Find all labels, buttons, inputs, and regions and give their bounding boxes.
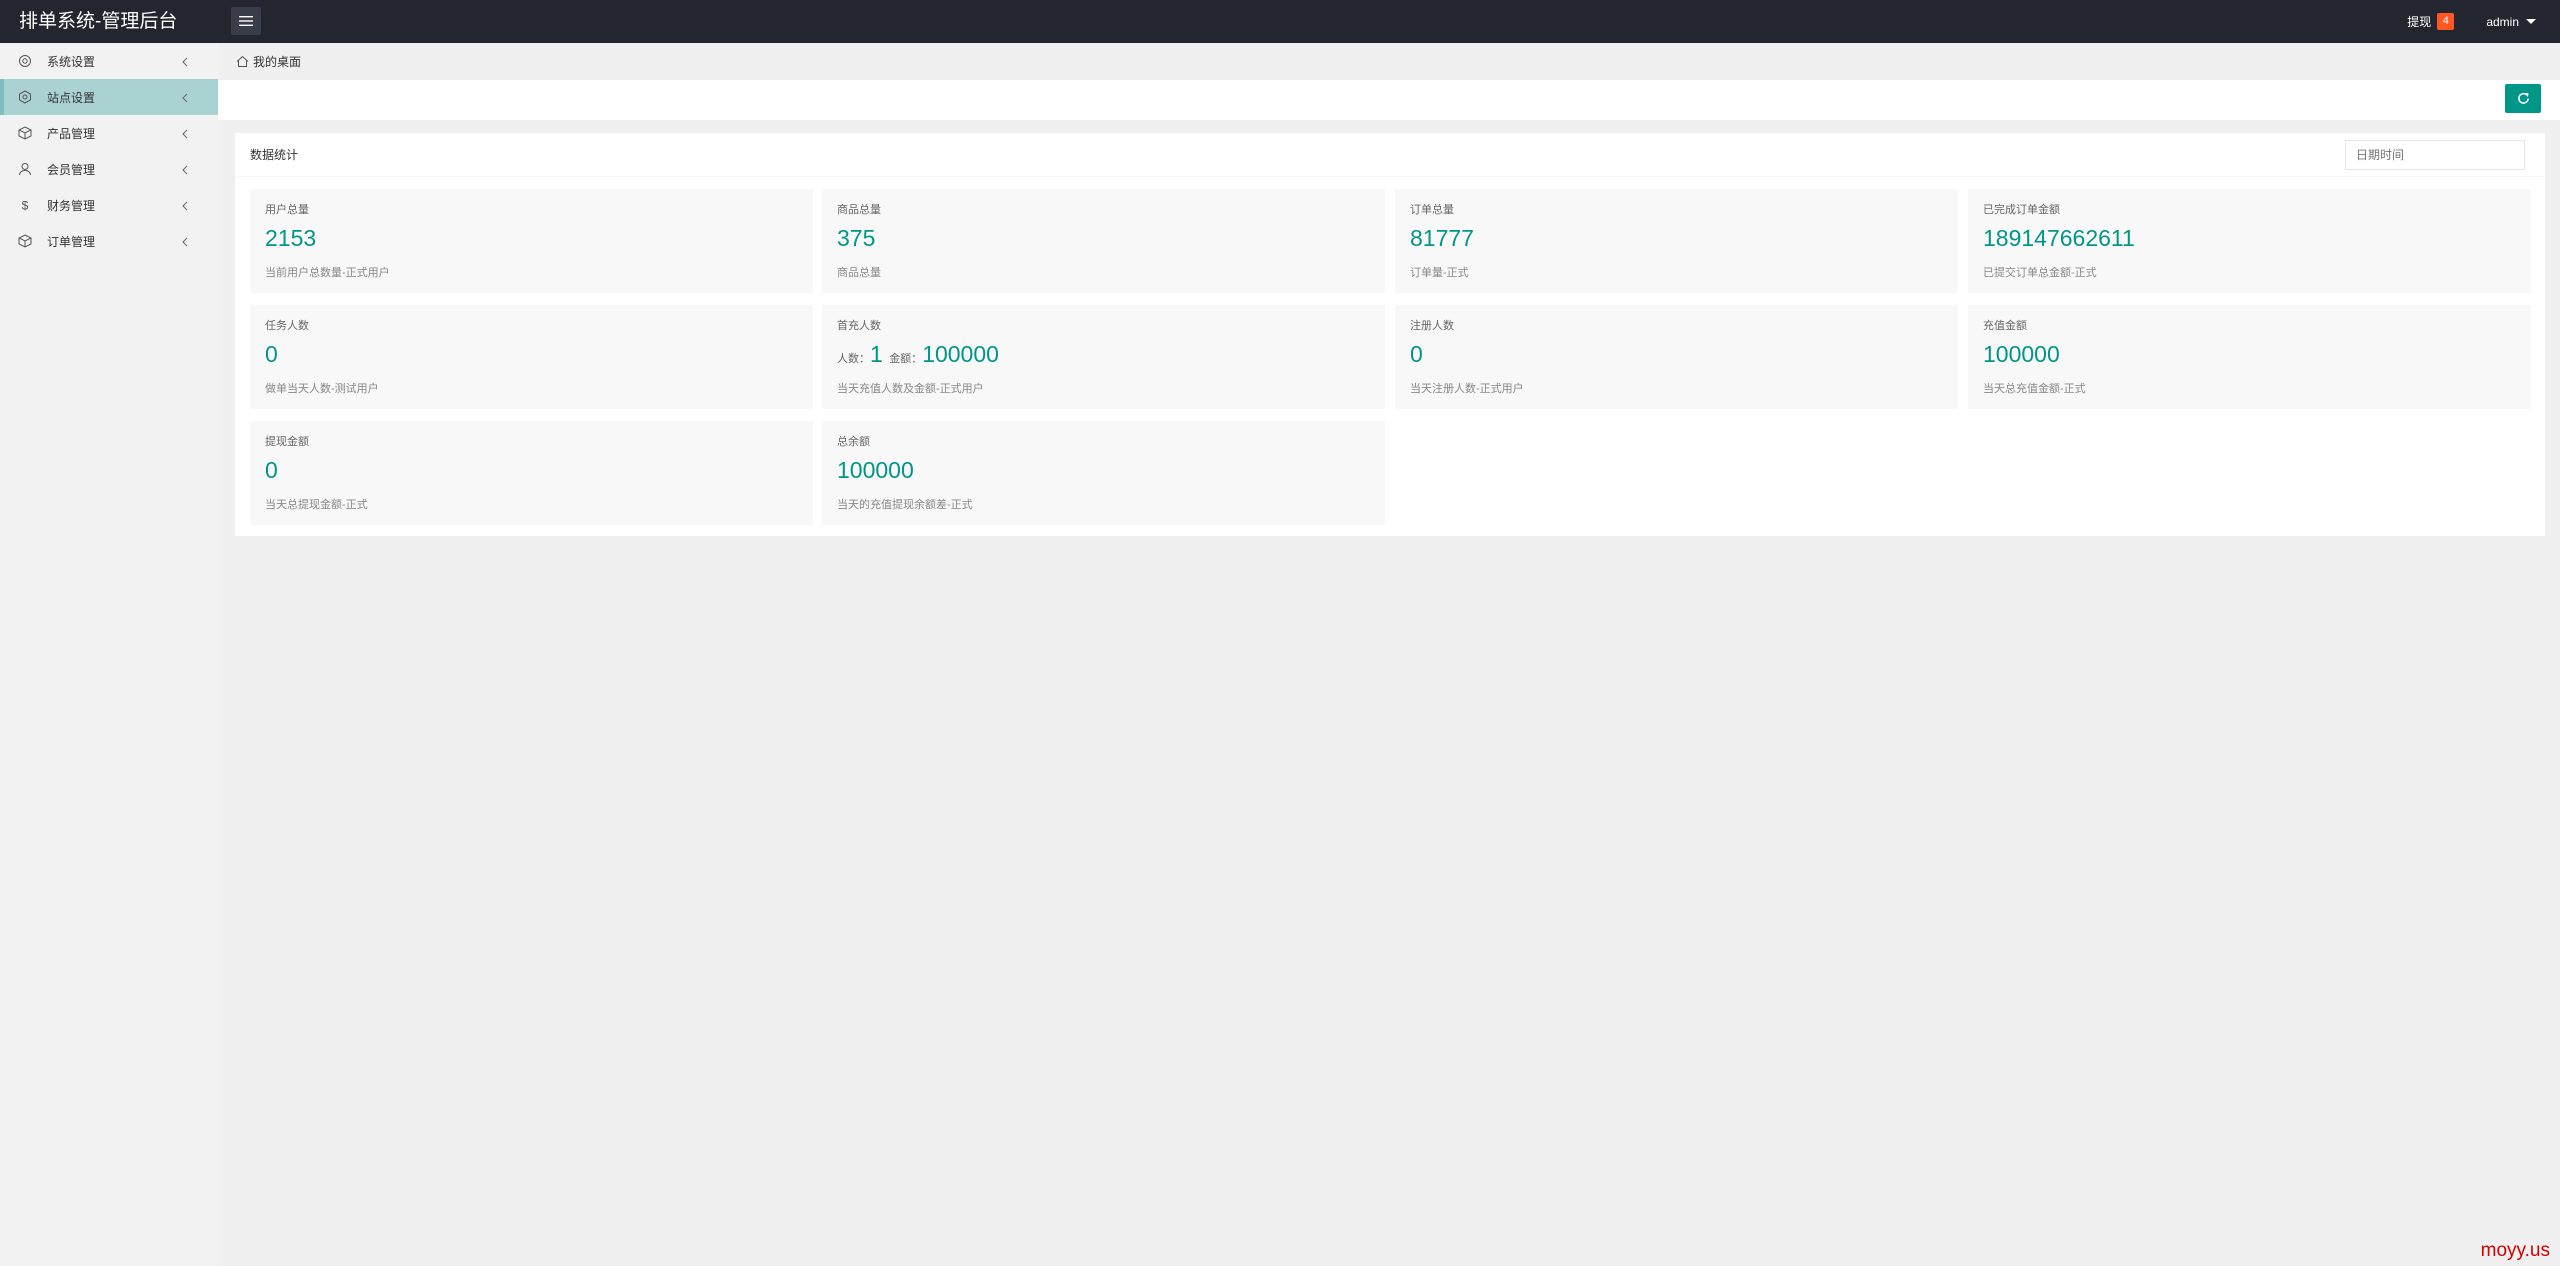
- sidebar-item-order-management[interactable]: 订单管理: [0, 223, 218, 259]
- refresh-icon: [2517, 92, 2529, 104]
- sidebar-item-label: 财务管理: [47, 198, 96, 213]
- breadcrumb[interactable]: 我的桌面: [236, 52, 301, 70]
- stat-desc: 做单当天人数-测试用户: [265, 383, 379, 395]
- stat-title: 提现金额: [265, 436, 309, 448]
- stat-desc: 当天充值人数及金额-正式用户: [837, 383, 984, 395]
- stat-desc: 当天注册人数-正式用户: [1410, 383, 1524, 395]
- stat-total-orders: 订单总量 81777 订单量-正式: [1395, 189, 1958, 293]
- stat-withdraw-amount: 提现金额 0 当天总提现金额-正式: [250, 421, 813, 525]
- stat-people-label: 人数：: [837, 353, 870, 365]
- home-icon: [236, 55, 249, 67]
- top-header: 排单系统-管理后台 提现 4 admin: [0, 0, 2560, 43]
- stat-total-products: 商品总量 375 商品总量: [822, 189, 1385, 293]
- chevron-left-icon: [181, 56, 190, 67]
- stat-desc: 商品总量: [837, 267, 881, 279]
- stat-title: 注册人数: [1410, 320, 1454, 332]
- stat-first-recharge: 首充人数 人数：1 金额：100000 当天充值人数及金额-正式用户: [822, 305, 1385, 409]
- caret-down-icon: [2526, 19, 2536, 24]
- stat-value: 81777: [1410, 225, 1474, 251]
- stat-recharge-amount: 充值金额 100000 当天总充值金额-正式: [1968, 305, 2531, 409]
- stat-desc: 当天总充值金额-正式: [1983, 383, 2086, 395]
- stat-title: 总余额: [837, 436, 870, 448]
- user-icon: [18, 162, 32, 176]
- stat-value: 0: [1410, 341, 1423, 367]
- stat-title: 用户总量: [265, 204, 309, 216]
- stat-registered-users: 注册人数 0 当天注册人数-正式用户: [1395, 305, 1958, 409]
- stat-total-users: 用户总量 2153 当前用户总数量-正式用户: [250, 189, 813, 293]
- stat-total-balance: 总余额 100000 当天的充值提现余额差-正式: [822, 421, 1385, 525]
- stat-desc: 当前用户总数量-正式用户: [265, 267, 390, 279]
- gear-icon: [18, 54, 32, 68]
- stat-amount-value: 100000: [922, 341, 999, 367]
- chevron-left-icon: [181, 128, 190, 139]
- watermark-text: moyy.us: [2480, 1240, 2550, 1261]
- app-title: 排单系统-管理后台: [19, 11, 178, 32]
- page-toolbar: [218, 80, 2560, 120]
- breadcrumb-label: 我的桌面: [253, 54, 302, 69]
- stat-value: 人数：1 金额：100000: [837, 341, 999, 368]
- stat-value: 0: [265, 341, 278, 367]
- user-menu[interactable]: admin: [2486, 15, 2536, 29]
- stat-task-users: 任务人数 0 做单当天人数-测试用户: [250, 305, 813, 409]
- stat-completed-order-amount: 已完成订单金额 189147662611 已提交订单总金额-正式: [1968, 189, 2531, 293]
- stat-value: 2153: [265, 225, 317, 251]
- withdraw-badge: 4: [2437, 13, 2455, 30]
- stat-title: 充值金额: [1983, 320, 2027, 332]
- sidebar: 系统设置 站点设置 产品管理 会员管理 $ 财务管理 订单管理: [0, 43, 218, 1266]
- sidebar-item-site-settings[interactable]: 站点设置: [0, 79, 218, 115]
- date-time-input[interactable]: [2345, 140, 2525, 170]
- withdraw-label: 提现: [2407, 15, 2432, 29]
- stats-card-header: 数据统计: [235, 133, 2545, 177]
- refresh-button[interactable]: [2505, 84, 2541, 113]
- stat-value: 0: [265, 457, 278, 483]
- stat-desc: 订单量-正式: [1410, 267, 1469, 279]
- stat-people-value: 1: [870, 341, 883, 367]
- stat-value: 100000: [837, 457, 914, 483]
- stat-title: 已完成订单金额: [1983, 204, 2060, 216]
- header-actions: 提现 4 admin: [2407, 0, 2560, 43]
- withdraw-link[interactable]: 提现 4: [2407, 13, 2455, 30]
- sidebar-item-system-settings[interactable]: 系统设置: [0, 43, 218, 79]
- sidebar-item-label: 系统设置: [47, 54, 96, 69]
- chevron-left-icon: [181, 92, 190, 103]
- stat-desc: 当天总提现金额-正式: [265, 499, 368, 511]
- box-icon: [18, 234, 32, 248]
- dollar-icon: $: [18, 198, 32, 213]
- chevron-left-icon: [181, 200, 190, 211]
- sidebar-item-label: 站点设置: [47, 90, 96, 105]
- stat-amount-label: 金额：: [889, 353, 923, 365]
- menu-toggle-button[interactable]: [231, 7, 261, 35]
- svg-text:$: $: [22, 199, 29, 213]
- stat-title: 任务人数: [265, 320, 309, 332]
- stats-card-title: 数据统计: [250, 148, 299, 162]
- sidebar-item-product-management[interactable]: 产品管理: [0, 115, 218, 151]
- sidebar-item-label: 会员管理: [47, 162, 96, 177]
- stat-title: 商品总量: [837, 204, 881, 216]
- stat-value: 189147662611: [1983, 225, 2135, 251]
- site-icon: [18, 90, 32, 104]
- stat-value: 375: [837, 225, 876, 251]
- chevron-left-icon: [181, 236, 190, 247]
- sidebar-item-member-management[interactable]: 会员管理: [0, 151, 218, 187]
- stats-card: 数据统计 用户总量 2153 当前用户总数量-正式用户 商品总量 375 商品总…: [235, 133, 2545, 536]
- sidebar-item-label: 订单管理: [47, 234, 96, 249]
- stat-title: 首充人数: [837, 320, 881, 332]
- user-name: admin: [2486, 14, 2519, 29]
- hamburger-icon: [239, 16, 253, 26]
- stat-value: 100000: [1983, 341, 2060, 367]
- sidebar-item-finance-management[interactable]: $ 财务管理: [0, 187, 218, 223]
- chevron-left-icon: [181, 164, 190, 175]
- stat-desc: 已提交订单总金额-正式: [1983, 267, 2097, 279]
- stat-title: 订单总量: [1410, 204, 1454, 216]
- sidebar-item-label: 产品管理: [47, 126, 96, 141]
- stat-desc: 当天的充值提现余额差-正式: [837, 499, 973, 511]
- box-icon: [18, 126, 32, 140]
